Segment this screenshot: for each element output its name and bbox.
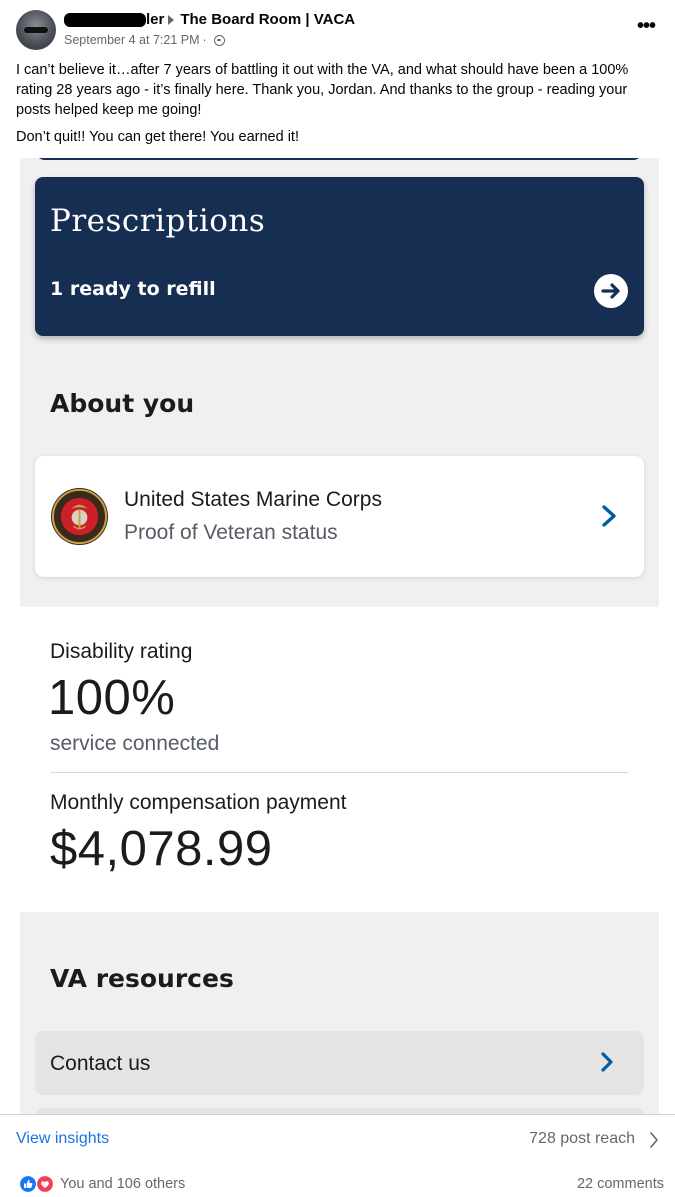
post-body-secondary: Don’t quit!! You can get there! You earn… — [16, 129, 299, 145]
author-line: ler The Board Room | VACA — [64, 11, 355, 28]
va-resources-heading: VA resources — [50, 964, 234, 993]
post-header: ler The Board Room | VACA September 4 at… — [0, 0, 675, 158]
reactions-bar: You and 106 others 22 comments — [0, 1164, 675, 1197]
attached-screenshot[interactable]: Prescriptions 1 ready to refill About yo… — [20, 158, 659, 1114]
insights-bar: View insights 728 post reach — [0, 1114, 675, 1164]
veteran-status-label: Proof of Veteran status — [124, 521, 338, 544]
chevron-right-icon[interactable] — [598, 503, 620, 529]
caret-right-icon — [168, 14, 175, 25]
compensation-label: Monthly compensation payment — [50, 791, 347, 814]
veteran-status-card[interactable]: United States Marine Corps Proof of Vete… — [35, 456, 644, 577]
prescriptions-card[interactable]: Prescriptions 1 ready to refill — [35, 177, 644, 336]
author-avatar[interactable] — [16, 10, 56, 50]
like-love-reaction-icons[interactable] — [18, 1175, 56, 1193]
usmc-seal-icon — [50, 487, 109, 546]
meta-separator: · — [202, 33, 207, 47]
post-meta: September 4 at 7:21 PM · — [64, 33, 225, 47]
prescriptions-title: Prescriptions — [50, 203, 266, 239]
disability-rating-subtext: service connected — [50, 732, 220, 755]
arrow-right-circle-icon[interactable] — [594, 274, 628, 308]
chevron-right-icon[interactable] — [598, 1051, 616, 1073]
disability-rating-label: Disability rating — [50, 640, 193, 663]
author-name-suffix[interactable]: ler — [146, 11, 164, 28]
divider — [50, 772, 628, 773]
redacted-author-name — [64, 12, 146, 27]
contact-us-label: Contact us — [50, 1052, 151, 1075]
group-name-link[interactable]: The Board Room | VACA — [180, 11, 355, 28]
comments-count[interactable]: 22 comments — [577, 1176, 664, 1192]
post-reach[interactable]: 728 post reach — [529, 1130, 635, 1148]
disability-rating-value: 100% — [48, 671, 176, 725]
view-insights-link[interactable]: View insights — [16, 1130, 109, 1148]
post-body: I can’t believe it…after 7 years of batt… — [16, 62, 629, 118]
service-branch: United States Marine Corps — [124, 488, 382, 511]
about-you-heading: About you — [50, 389, 195, 418]
post-timestamp[interactable]: September 4 at 7:21 PM — [64, 33, 200, 47]
compensation-value: $4,078.99 — [50, 822, 273, 876]
contact-us-item[interactable]: Contact us — [35, 1031, 644, 1095]
disability-rating-panel: Disability rating 100% service connected… — [20, 607, 659, 912]
previous-card-edge — [35, 158, 643, 160]
reactions-count[interactable]: You and 106 others — [60, 1176, 185, 1192]
chevron-right-icon[interactable] — [649, 1131, 659, 1149]
more-options-icon[interactable]: ••• — [637, 16, 656, 36]
prescriptions-subtitle: 1 ready to refill — [50, 278, 216, 300]
audience-icon[interactable] — [213, 34, 225, 46]
